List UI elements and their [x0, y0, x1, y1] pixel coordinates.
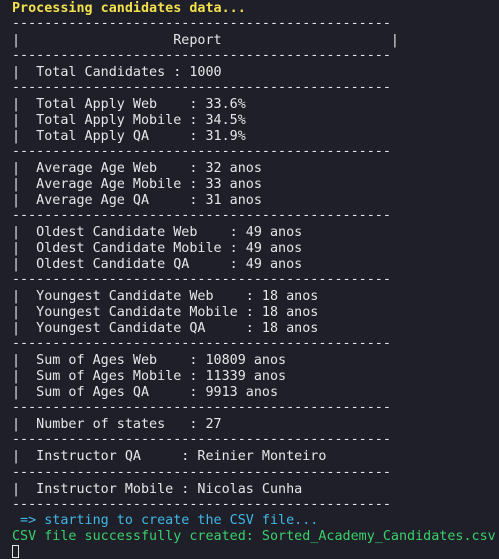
- report-border: ----------------------------------------…: [12, 48, 391, 63]
- sum-ages-mobile-row: | Sum of Ages Mobile : 11339 anos: [12, 369, 287, 384]
- report-border: ----------------------------------------…: [12, 80, 391, 95]
- number-of-states-row: | Number of states : 27: [12, 417, 222, 432]
- report-border: ----------------------------------------…: [12, 208, 391, 223]
- sum-ages-qa-row: | Sum of Ages QA : 9913 anos: [12, 385, 279, 400]
- avg-age-qa-row: | Average Age QA : 31 anos: [12, 193, 262, 208]
- terminal-window[interactable]: Processing candidates data... ----------…: [0, 0, 499, 559]
- csv-starting-message: => starting to create the CSV file...: [12, 513, 319, 528]
- avg-age-mobile-row: | Average Age Mobile : 33 anos: [12, 177, 262, 192]
- avg-age-web-row: | Average Age Web : 32 anos: [12, 161, 262, 176]
- report-border: ----------------------------------------…: [12, 16, 391, 31]
- report-border: ----------------------------------------…: [12, 497, 391, 512]
- csv-success-message: CSV file successfully created: Sorted_Ac…: [12, 529, 496, 544]
- total-candidates-row: | Total Candidates : 1000: [12, 65, 222, 80]
- oldest-qa-row: | Oldest Candidate QA : 49 anos: [12, 257, 303, 272]
- instructor-qa-row: | Instructor QA : Reinier Monteiro: [12, 449, 327, 464]
- apply-mobile-row: | Total Apply Mobile : 34.5%: [12, 113, 246, 128]
- youngest-qa-row: | Youngest Candidate QA : 18 anos: [12, 321, 319, 336]
- apply-qa-row: | Total Apply QA : 31.9%: [12, 129, 246, 144]
- instructor-mobile-row: | Instructor Mobile : Nicolas Cunha: [12, 482, 303, 497]
- processing-message: Processing candidates data...: [12, 1, 246, 16]
- report-border: ----------------------------------------…: [12, 144, 391, 159]
- report-border: ----------------------------------------…: [12, 432, 391, 447]
- oldest-web-row: | Oldest Candidate Web : 49 anos: [12, 225, 303, 240]
- report-border: ----------------------------------------…: [12, 400, 391, 415]
- report-border: ----------------------------------------…: [12, 465, 391, 480]
- report-border: ----------------------------------------…: [12, 272, 391, 287]
- report-title-row: | Report |: [12, 33, 399, 48]
- apply-web-row: | Total Apply Web : 33.6%: [12, 97, 246, 112]
- report-border: ----------------------------------------…: [12, 336, 391, 351]
- sum-ages-web-row: | Sum of Ages Web : 10809 anos: [12, 353, 287, 368]
- youngest-web-row: | Youngest Candidate Web : 18 anos: [12, 289, 319, 304]
- terminal-cursor[interactable]: [12, 545, 19, 558]
- oldest-mobile-row: | Oldest Candidate Mobile : 49 anos: [12, 241, 303, 256]
- youngest-mobile-row: | Youngest Candidate Mobile : 18 anos: [12, 305, 319, 320]
